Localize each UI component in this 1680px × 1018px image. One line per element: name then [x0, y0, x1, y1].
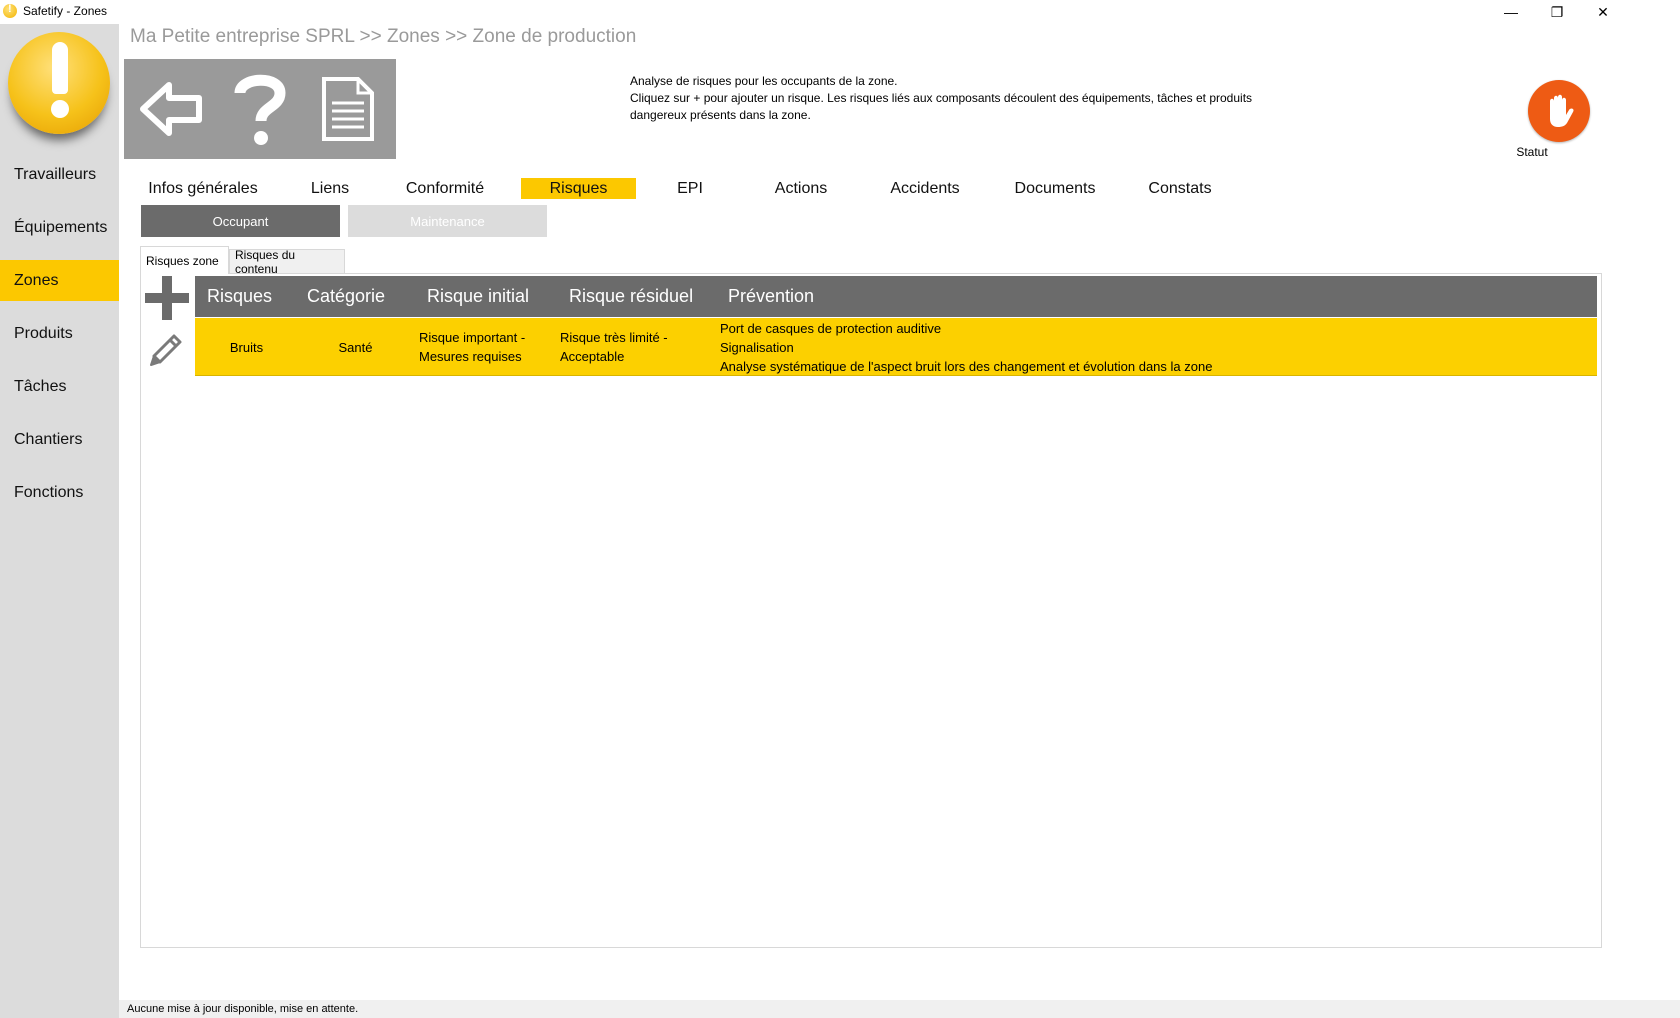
- sidebar-item-taches[interactable]: Tâches: [0, 366, 119, 407]
- logo-exclamation-dot: [51, 100, 69, 118]
- document-button[interactable]: [308, 67, 388, 151]
- cell-risque-residuel: Risque très limité - Acceptable: [560, 318, 710, 376]
- title-bar: Safetify - Zones — ❐ ✕: [0, 0, 1680, 24]
- cell-risque-residuel-line-2: Acceptable: [560, 349, 625, 364]
- status-button[interactable]: [1528, 80, 1590, 142]
- sidebar-item-travailleurs[interactable]: Travailleurs: [0, 154, 119, 195]
- pencil-icon: [150, 334, 182, 366]
- column-header-risque-initial[interactable]: Risque initial: [427, 276, 529, 317]
- tab-risques-contenu[interactable]: Risques du contenu: [229, 248, 345, 276]
- minimize-button[interactable]: —: [1488, 0, 1534, 24]
- cell-risque-initial-line-1: Risque important -: [419, 330, 526, 345]
- cell-risque-residuel-line-1: Risque très limité -: [560, 330, 668, 345]
- help-button[interactable]: [220, 67, 300, 151]
- window-title: Safetify - Zones: [23, 4, 108, 18]
- sidebar-item-produits[interactable]: Produits: [0, 313, 119, 354]
- subtab-maintenance[interactable]: Maintenance: [348, 205, 547, 237]
- tab-constats[interactable]: Constats: [1140, 178, 1220, 199]
- cell-risque: Bruits: [229, 339, 264, 355]
- sidebar: Travailleurs Équipements Zones Produits …: [0, 24, 119, 1018]
- subtab-occupant[interactable]: Occupant: [141, 205, 340, 237]
- cell-risque-initial: Risque important - Mesures requises: [419, 318, 559, 376]
- toolbar: [124, 59, 396, 159]
- tab-conformite[interactable]: Conformité: [390, 178, 500, 199]
- tab-infos-generales[interactable]: Infos générales: [143, 178, 263, 199]
- column-header-categorie[interactable]: Catégorie: [307, 276, 385, 317]
- app-window: Safetify - Zones — ❐ ✕ Travailleurs Équi…: [0, 0, 1680, 1018]
- logo-exclamation-bar: [52, 42, 68, 94]
- breadcrumb: Ma Petite entreprise SPRL >> Zones >> Zo…: [130, 26, 637, 47]
- back-button[interactable]: [132, 67, 212, 151]
- cell-prevention-line-3: Analyse systématique de l'aspect bruit l…: [720, 358, 1213, 374]
- column-header-risque-residuel[interactable]: Risque résiduel: [569, 276, 693, 317]
- restore-button[interactable]: ❐: [1534, 0, 1580, 24]
- cell-prevention-line-1: Port de casques de protection auditive: [720, 320, 942, 336]
- hand-stop-icon: [1550, 94, 1574, 127]
- cell-prevention: Port de casques de protection auditive S…: [720, 318, 1590, 376]
- document-icon: [322, 77, 374, 141]
- tab-documents[interactable]: Documents: [1005, 178, 1105, 199]
- sidebar-item-equipements[interactable]: Équipements: [0, 207, 119, 248]
- safetify-logo[interactable]: [8, 32, 112, 150]
- plus-icon: [145, 276, 189, 320]
- sidebar-item-fonctions[interactable]: Fonctions: [0, 472, 119, 513]
- close-button[interactable]: ✕: [1580, 0, 1626, 24]
- status-label: Statut: [1516, 145, 1548, 159]
- tab-risques-zone[interactable]: Risques zone: [140, 246, 229, 274]
- cell-prevention-line-2: Signalisation: [720, 339, 794, 355]
- column-header-prevention[interactable]: Prévention: [728, 276, 814, 317]
- description-text: Analyse de risques pour les occupants de…: [630, 73, 1310, 124]
- sidebar-item-zones[interactable]: Zones: [0, 260, 119, 301]
- cell-risque-initial-line-2: Mesures requises: [419, 349, 522, 364]
- tab-actions[interactable]: Actions: [766, 178, 836, 199]
- edit-risk-button[interactable]: [146, 328, 188, 370]
- table-row[interactable]: Bruits Santé Risque important - Mesures …: [195, 318, 1597, 376]
- status-bar: Aucune mise à jour disponible, mise en a…: [119, 1000, 1680, 1018]
- back-arrow-icon: [140, 82, 202, 136]
- sidebar-item-chantiers[interactable]: Chantiers: [0, 419, 119, 460]
- add-risk-button[interactable]: [143, 275, 191, 321]
- grid-header: Risques Catégorie Risque initial Risque …: [195, 276, 1597, 317]
- description-line-2: Cliquez sur + pour ajouter un risque. Le…: [630, 91, 1253, 122]
- tab-accidents[interactable]: Accidents: [880, 178, 970, 199]
- cell-categorie: Santé: [338, 339, 373, 355]
- tab-liens[interactable]: Liens: [300, 178, 360, 199]
- column-header-risques[interactable]: Risques: [207, 276, 272, 317]
- tab-risques[interactable]: Risques: [521, 178, 636, 199]
- tab-epi[interactable]: EPI: [665, 178, 715, 199]
- description-line-1: Analyse de risques pour les occupants de…: [630, 74, 898, 88]
- help-icon: [234, 74, 286, 145]
- app-icon: [3, 3, 17, 18]
